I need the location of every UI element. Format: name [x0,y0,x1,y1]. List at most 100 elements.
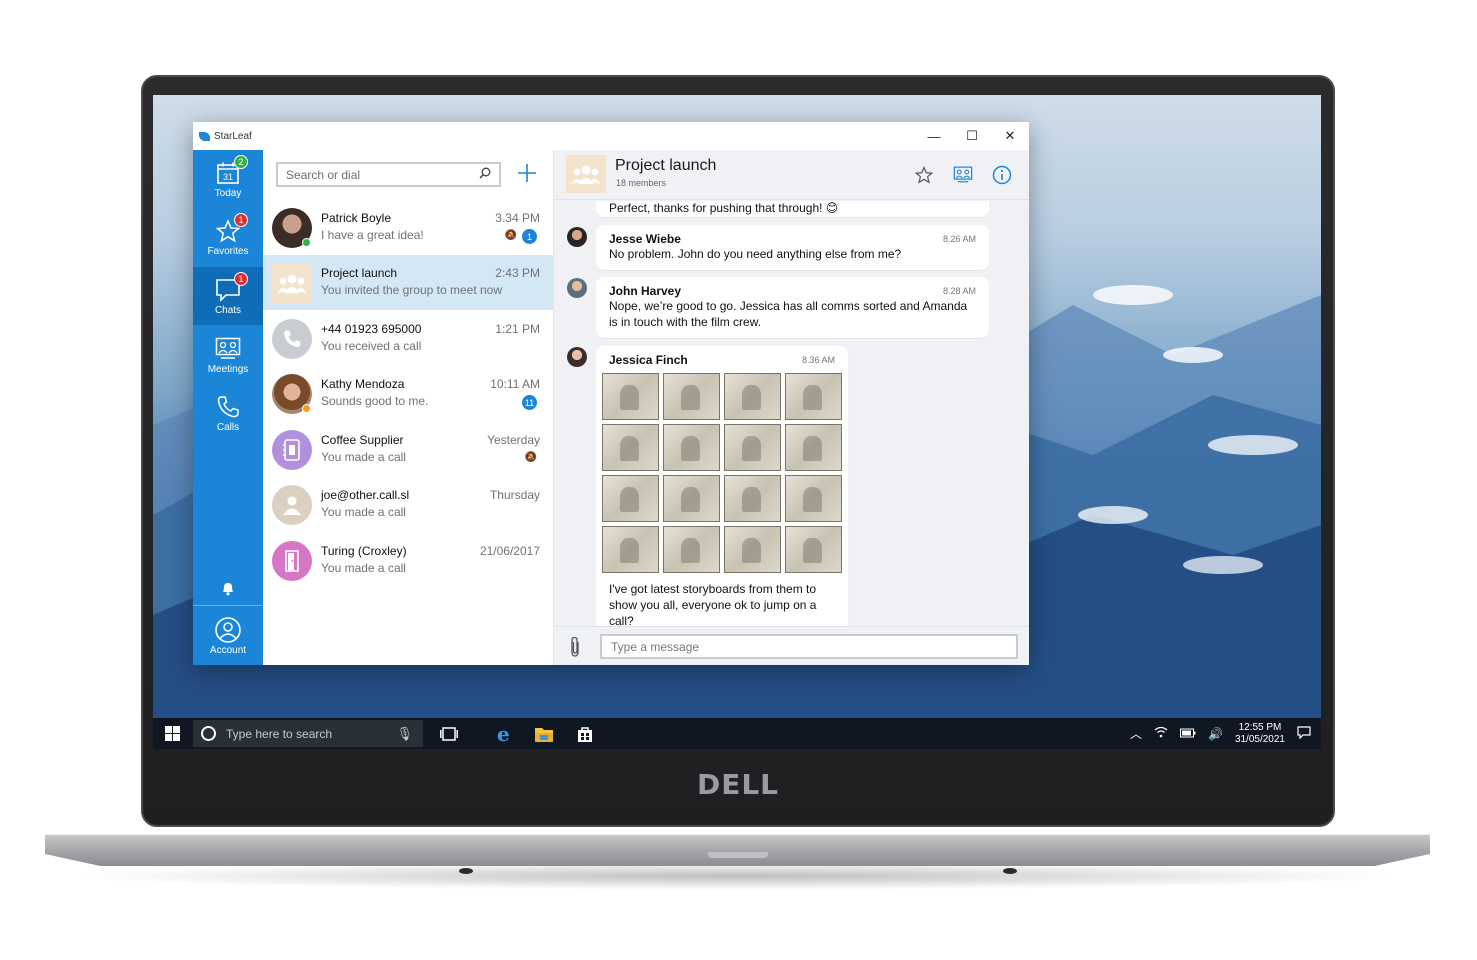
laptop-foot [1003,868,1017,874]
member-count[interactable]: 18 members [616,178,666,188]
conversation-item[interactable]: Kathy Mendoza Sounds good to me. 10:11 A… [263,366,553,421]
avatar [272,541,312,581]
conversation-item[interactable]: Coffee Supplier You made a call Yesterda… [263,422,553,477]
conversation-time: 10:11 AM [490,377,540,391]
store-icon[interactable] [573,722,597,746]
search-icon[interactable] [479,167,491,182]
sidebar-item-label: Meetings [207,363,249,375]
close-button[interactable]: ✕ [991,122,1029,150]
system-tray: ︿ 🔊 12:55 PM 31/05/2021 [1130,718,1311,749]
sidebar-item-favorites[interactable]: 1 Favorites [193,208,263,266]
attachment-paperclip-icon[interactable] [568,636,586,658]
conversation-name: Kathy Mendoza [321,377,405,391]
storyboard-frame [724,475,781,522]
sidebar-item-label: Chats [214,304,242,316]
conversation-item[interactable]: joe@other.call.sl You made a call Thursd… [263,477,553,532]
message-bubble: Jessica Finch 8.36 AM I've got latest st… [596,346,848,626]
storyboard-frame [724,424,781,471]
conversation-time: 1:21 PM [495,322,540,336]
sidebar-item-account[interactable]: Account [193,608,263,665]
chats-badge: 1 [234,271,248,286]
storyboard-frame [602,526,659,573]
account-icon [214,617,242,643]
task-view-icon[interactable] [437,722,461,746]
minimize-button[interactable]: — [915,122,953,150]
sidebar-item-calls[interactable]: Calls [193,384,263,442]
message-text: I've got latest storyboards from them to… [609,582,817,626]
phone-icon [214,394,242,420]
taskbar-search-placeholder: Type here to search [226,726,333,741]
add-button[interactable] [515,162,539,186]
cortana-icon [201,726,216,741]
unread-count: 11 [522,395,537,410]
message-time: 8.28 AM [942,286,976,296]
meetings-icon [214,336,242,362]
chat-title: Project launch [615,157,717,174]
svg-text:e: e [497,724,510,744]
storyboard-image[interactable] [602,373,842,573]
meet-now-icon[interactable] [952,164,974,186]
conversation-item[interactable]: +44 01923 695000 You received a call 1:2… [263,311,553,366]
notifications-button[interactable] [193,572,263,604]
conversation-item[interactable]: Patrick Boyle I have a great idea! 3.34 … [263,200,553,255]
action-center-icon[interactable] [1297,725,1311,742]
avatar [567,347,587,367]
plus-icon [518,164,536,182]
chat-header: Project launch 18 members [554,150,1029,200]
laptop-foot [459,868,473,874]
group-avatar [272,263,312,303]
conversation-name: Coffee Supplier [321,433,404,447]
laptop-base [45,834,1430,866]
chevron-up-icon[interactable]: ︿ [1130,725,1142,742]
storyboard-frame [785,475,842,522]
conversation-item[interactable]: Project launch You invited the group to … [263,255,553,310]
app-brand: StarLeaf [193,131,252,142]
info-icon[interactable] [991,164,1013,186]
sidebar-item-chats[interactable]: 1 Chats [193,267,263,325]
start-button[interactable] [153,718,191,749]
message-time: 8.26 AM [942,234,976,244]
storyboard-frame [663,526,720,573]
wifi-icon[interactable] [1154,726,1168,741]
storyboard-frame [602,424,659,471]
conversation-preview: I have a great idea! [321,228,424,242]
person-icon [283,496,301,515]
starleaf-window: StarLeaf — ☐ ✕ 31 2 Today 1 Favorites 1 [193,122,1029,665]
battery-icon[interactable] [1179,727,1196,741]
edge-browser-icon[interactable]: e [493,722,517,746]
search-placeholder: Search or dial [286,167,361,182]
taskbar-search[interactable]: Type here to search 🎙 [193,720,423,747]
conversation-preview: You made a call [321,505,406,519]
conversation-item[interactable]: Turing (Croxley) You made a call 21/06/2… [263,533,553,588]
storyboard-frame [663,424,720,471]
message-author: John Harvey [609,284,682,298]
storyboard-frame [663,373,720,420]
conversation-preview: Sounds good to me. [321,394,429,408]
avatar [567,278,587,298]
storyboard-frame [663,475,720,522]
conversation-preview: You made a call [321,561,406,575]
sidebar: 31 2 Today 1 Favorites 1 Chats Meetings [193,150,263,665]
group-icon [277,274,307,293]
message-list: Perfect, thanks for pushing that through… [554,201,1029,626]
sidebar-item-today[interactable]: 31 2 Today [193,150,263,208]
microphone-icon[interactable]: 🎙 [396,726,413,742]
search-input[interactable]: Search or dial [276,162,501,187]
clock[interactable]: 12:55 PM 31/05/2021 [1235,722,1285,746]
conversation-preview: You invited the group to meet now [321,283,503,297]
volume-icon[interactable]: 🔊 [1208,727,1223,741]
sidebar-item-meetings[interactable]: Meetings [193,326,263,384]
maximize-button[interactable]: ☐ [953,122,991,150]
calendar-day: 31 [223,172,233,182]
message-input[interactable]: Type a message [600,634,1018,659]
laptop-notch [708,852,768,858]
storyboard-frame [785,373,842,420]
clock-time: 12:55 PM [1238,721,1282,733]
favorite-star-icon[interactable] [913,164,935,186]
avatar [272,485,312,525]
bell-icon [214,575,242,601]
file-explorer-icon[interactable] [532,722,556,746]
message-time: 8.36 AM [801,355,835,365]
storyboard-frame [785,526,842,573]
today-badge: 2 [234,154,248,169]
